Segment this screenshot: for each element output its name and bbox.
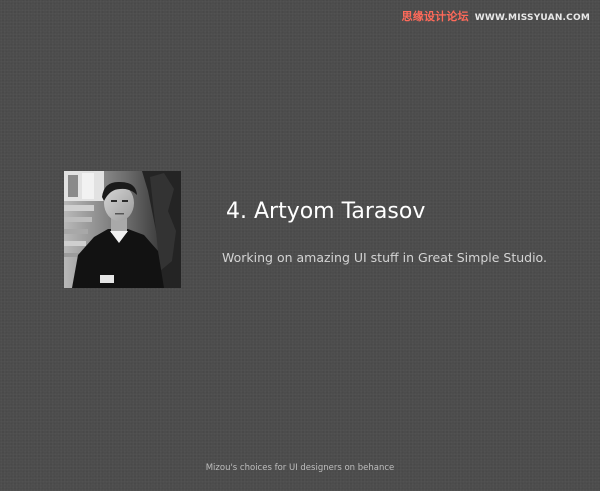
watermark-chinese-text: 思缘设计论坛 [401,10,469,23]
footer-caption: Mizou's choices for UI designers on beha… [205,463,395,473]
portrait-image [64,171,181,288]
profile-name: 4. Artyom Tarasov [226,199,426,224]
watermark: 思缘设计论坛 WWW.MISSYUAN.COM [402,8,590,24]
portrait-photo [64,171,181,288]
profile-description: Working on amazing UI stuff in Great Sim… [222,250,547,265]
watermark-site-text: WWW.MISSYUAN.COM [474,13,590,23]
